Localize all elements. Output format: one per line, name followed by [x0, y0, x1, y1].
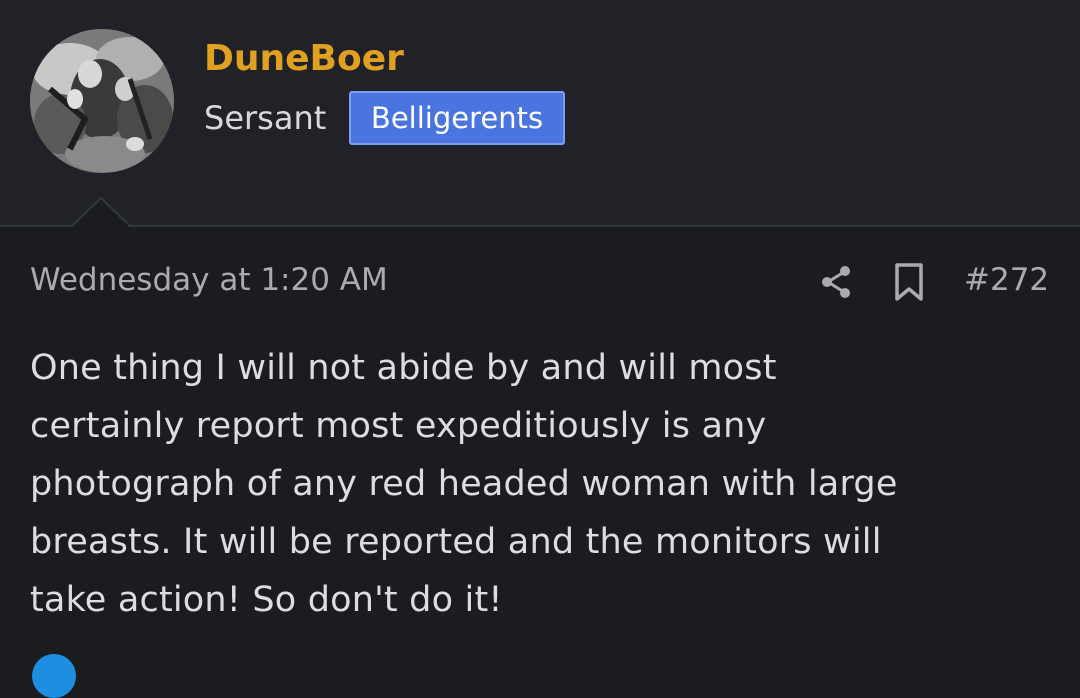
- bookmark-icon[interactable]: [893, 262, 925, 302]
- share-icon[interactable]: [819, 264, 853, 300]
- post-line: photograph of any red headed woman with …: [30, 464, 898, 504]
- header-divider: [0, 225, 1080, 227]
- username-link[interactable]: DuneBoer: [204, 38, 404, 79]
- user-rank: Sersant: [204, 99, 327, 137]
- post-line: certainly report most expeditiously is a…: [30, 406, 767, 446]
- user-group-badge: Belligerents: [349, 91, 565, 145]
- post-line: take action! So don't do it!: [30, 580, 503, 620]
- post-timestamp[interactable]: Wednesday at 1:20 AM: [30, 262, 388, 298]
- post-line: One thing I will not abide by and will m…: [30, 348, 777, 388]
- header-pointer-arrow: [72, 197, 130, 227]
- post-line: breasts. It will be reported and the mon…: [30, 522, 882, 562]
- post-number-link[interactable]: #272: [964, 262, 1049, 298]
- like-reaction-icon[interactable]: [32, 654, 76, 698]
- post-message-body: One thing I will not abide by and will m…: [30, 339, 1060, 629]
- avatar[interactable]: [30, 29, 174, 173]
